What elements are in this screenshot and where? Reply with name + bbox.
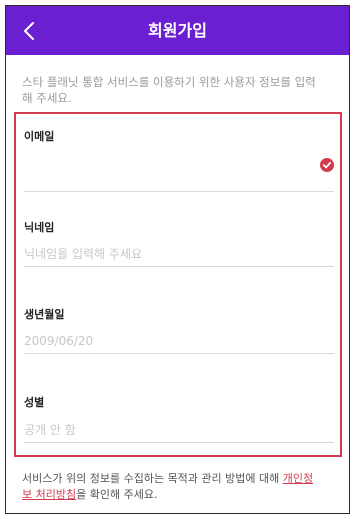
nickname-label: 닉네임 bbox=[24, 221, 55, 234]
gender-label: 성별 bbox=[24, 396, 45, 409]
app-bar: 회원가입 bbox=[6, 6, 349, 55]
gender-field[interactable] bbox=[24, 417, 334, 443]
page-title: 회원가입 bbox=[148, 21, 207, 40]
signup-form: 이메일 닉네임 생년월일 성별 bbox=[14, 112, 342, 457]
chevron-left-icon bbox=[24, 22, 34, 40]
intro-text: 스타 플래닛 통합 서비스를 이용하기 위한 사용자 정보를 입력해 주세요. bbox=[22, 75, 316, 105]
birthdate-field-group: 생년월일 bbox=[24, 308, 334, 354]
email-field-group: 이메일 bbox=[24, 130, 334, 192]
email-label: 이메일 bbox=[24, 130, 55, 143]
birthdate-field[interactable] bbox=[24, 328, 334, 354]
nickname-field[interactable] bbox=[24, 241, 334, 267]
check-circle-icon bbox=[320, 158, 334, 172]
gender-field-group: 성별 bbox=[24, 396, 334, 443]
nickname-field-group: 닉네임 bbox=[24, 221, 334, 267]
email-field[interactable] bbox=[24, 166, 334, 192]
birthdate-label: 생년월일 bbox=[24, 308, 65, 321]
privacy-notice: 서비스가 위의 정보를 수집하는 목적과 관리 방법에 대해 개인정보 처리방침… bbox=[22, 471, 322, 503]
privacy-text-before: 서비스가 위의 정보를 수집하는 목적과 관리 방법에 대해 bbox=[22, 472, 283, 485]
back-button[interactable] bbox=[12, 14, 46, 48]
signup-screen: 회원가입 스타 플래닛 통합 서비스를 이용하기 위한 사용자 정보를 입력해 … bbox=[5, 5, 350, 514]
privacy-text-after: 을 확인해 주세요. bbox=[76, 488, 158, 501]
